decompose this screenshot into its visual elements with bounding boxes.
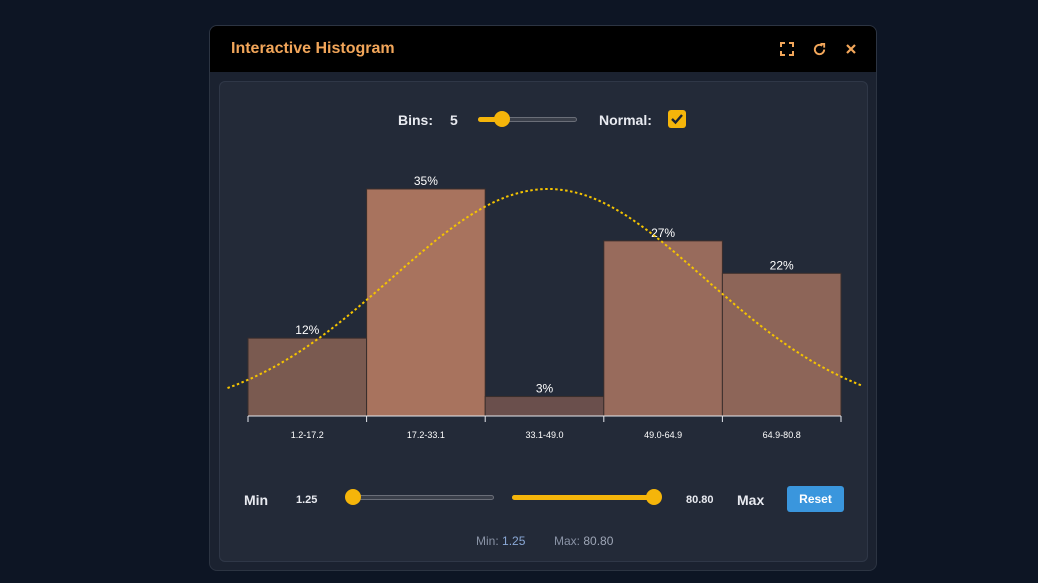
min-label: Min: [244, 492, 269, 508]
x-tick-label: 33.1-49.0: [525, 430, 563, 440]
footer-min-label: Min:: [476, 534, 499, 548]
histogram-window: Interactive Histogram Bins: 5 Normal: 12…: [209, 25, 877, 571]
max-slider-thumb[interactable]: [646, 489, 662, 505]
bins-slider-thumb[interactable]: [494, 111, 510, 127]
histogram-bar: [366, 188, 486, 417]
footer-max-label: Max:: [554, 534, 581, 548]
x-tick-label: 64.9-80.8: [763, 430, 801, 440]
footer-min: Min: 1.25: [476, 534, 525, 548]
bins-label: Bins:: [398, 112, 433, 128]
window-title: Interactive Histogram: [231, 40, 395, 57]
min-value: 1.25: [296, 494, 318, 506]
histogram-chart: 12% 1.2-17.2 35% 17.2-33.1 3% 33.1-49.0 27% 49.…: [227, 174, 862, 440]
max-value: 80.80: [686, 494, 714, 506]
titlebar-icons: [778, 40, 860, 58]
bar-value-label: 35%: [414, 174, 438, 188]
reset-button[interactable]: Reset: [787, 486, 844, 512]
x-tick-label: 1.2-17.2: [291, 430, 324, 440]
check-icon: [671, 114, 683, 125]
normal-label: Normal:: [599, 112, 652, 128]
histogram-bar: [603, 240, 723, 417]
histogram-bar: [247, 337, 368, 417]
max-label: Max: [737, 492, 765, 508]
histogram-panel: Bins: 5 Normal: 12% 1.2-17.2 35% 17.2-33.1 3…: [219, 81, 868, 562]
footer-max-value: 80.80: [583, 534, 614, 548]
x-tick-label: 49.0-64.9: [644, 430, 682, 440]
titlebar: Interactive Histogram: [210, 26, 876, 72]
bar-value-label: 12%: [295, 323, 319, 337]
bar-value-label: 27%: [651, 226, 675, 240]
min-slider-track[interactable]: [346, 495, 494, 500]
footer-max: Max: 80.80: [554, 534, 613, 548]
histogram-bar: [484, 396, 605, 417]
footer-min-value: 1.25: [502, 534, 526, 548]
x-tick-label: 17.2-33.1: [407, 430, 445, 440]
close-icon[interactable]: [842, 40, 860, 58]
max-slider-fill: [512, 495, 654, 500]
bar-value-label: 22%: [770, 258, 794, 272]
bins-value: 5: [450, 112, 458, 128]
refresh-icon[interactable]: [810, 40, 828, 58]
normal-checkbox[interactable]: [668, 110, 686, 128]
histogram-bar: [721, 272, 842, 417]
bar-value-label: 3%: [536, 382, 554, 396]
min-slider-thumb[interactable]: [345, 489, 361, 505]
expand-icon[interactable]: [778, 40, 796, 58]
